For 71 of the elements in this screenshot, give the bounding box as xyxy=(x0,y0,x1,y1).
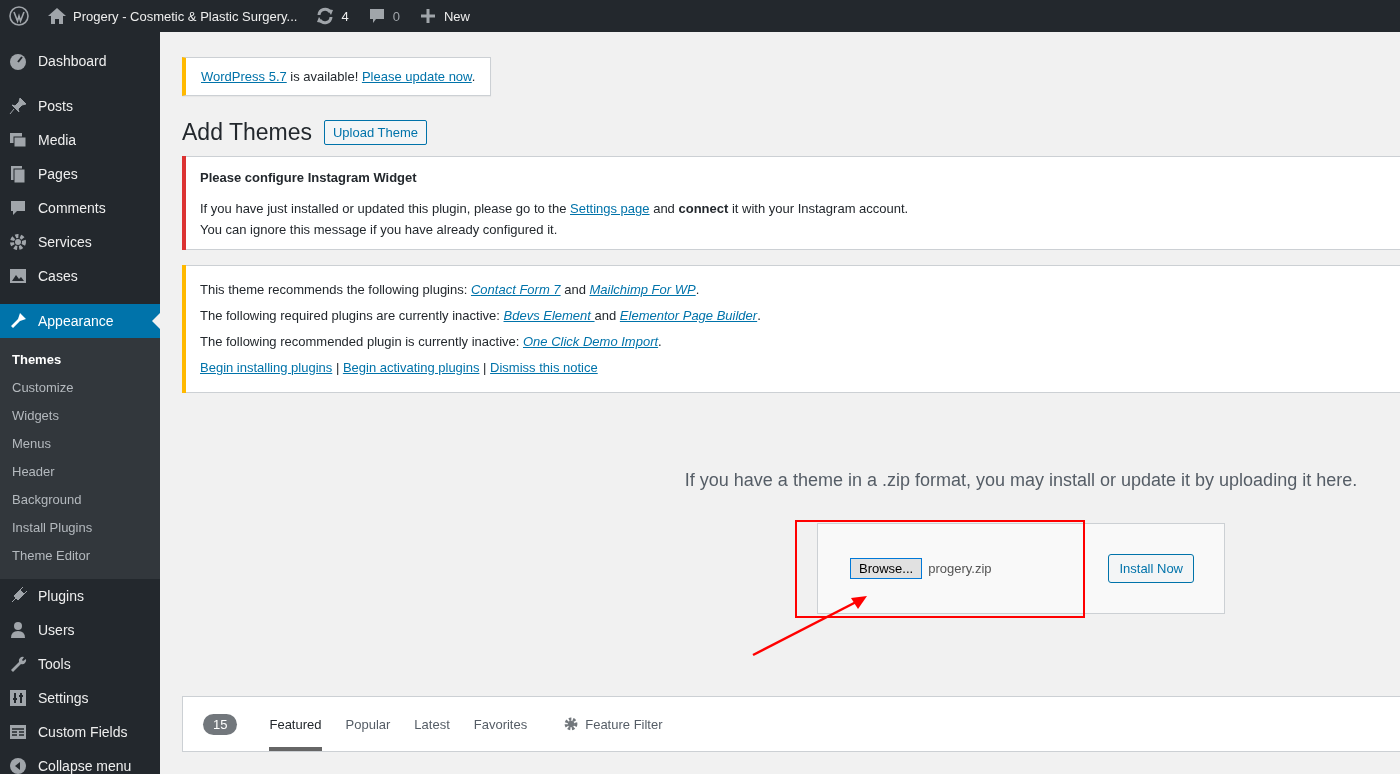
refresh-icon xyxy=(315,6,336,26)
notice-text: Begin installing plugins | Begin activating plugins | Dismiss this notice xyxy=(200,360,599,376)
submenu-item[interactable]: Theme Editor xyxy=(0,541,160,569)
notice-text: The following required plugins are currently inactive: Bdevs Element and Elementor Page Builder. xyxy=(200,308,762,324)
menu-item[interactable]: Appearance xyxy=(0,304,160,338)
menu-item[interactable]: Dashboard xyxy=(0,44,160,78)
notice-text: WordPress 5.7 is available! Please update now. xyxy=(201,69,476,84)
notice-text: This theme recommends the following plugins: Contact Form 7 and Mailchimp For WP. xyxy=(200,282,701,298)
filter-tab[interactable]: Popular xyxy=(345,697,391,751)
menu-item[interactable]: Tools xyxy=(0,647,160,681)
submenu-item[interactable]: Customize xyxy=(0,373,160,401)
theme-count: 15 xyxy=(203,713,238,735)
pages-icon xyxy=(8,164,28,184)
gear-icon xyxy=(563,716,580,732)
menu-item[interactable]: Posts xyxy=(0,89,160,123)
page-title: Add Themes xyxy=(182,119,312,146)
menu-item[interactable]: Pages xyxy=(0,157,160,191)
updates-count[interactable]: 4 xyxy=(341,8,349,24)
link[interactable]: Dismiss this notice xyxy=(490,360,598,375)
menu-item[interactable]: Collapse menu xyxy=(0,749,160,774)
home-icon xyxy=(47,6,67,26)
notice-text: You can ignore this message if you have already configured it. xyxy=(200,222,559,238)
link[interactable]: Mailchimp For WP xyxy=(589,282,696,297)
comment-icon xyxy=(8,198,28,218)
browse-button[interactable]: Browse... xyxy=(850,558,923,579)
site-title-link[interactable]: Progery - Cosmetic & Plastic Surgery... xyxy=(73,8,298,24)
link[interactable]: Bdevs Element xyxy=(503,308,595,323)
submenu-item[interactable]: Menus xyxy=(0,429,160,457)
menu-item[interactable]: Comments xyxy=(0,191,160,225)
feature-filter-button[interactable]: Feature Filter xyxy=(557,715,669,733)
link[interactable]: Begin activating plugins xyxy=(342,360,480,375)
submenu-item[interactable]: Install Plugins xyxy=(0,513,160,541)
comments-count[interactable]: 0 xyxy=(392,8,400,24)
link[interactable]: Begin installing plugins xyxy=(200,360,333,375)
user-icon xyxy=(8,620,28,640)
link[interactable]: Contact Form 7 xyxy=(470,282,561,297)
submenu-item[interactable]: Background xyxy=(0,485,160,513)
menu-item[interactable]: Custom Fields xyxy=(0,715,160,749)
install-now-button[interactable]: Install Now xyxy=(1108,554,1194,583)
filter-tab[interactable]: Featured xyxy=(269,697,322,751)
filter-tab[interactable]: Favorites xyxy=(473,697,528,751)
media-icon xyxy=(8,130,28,150)
menu-item[interactable]: Settings xyxy=(0,681,160,715)
link[interactable]: WordPress 5.7 xyxy=(201,69,287,84)
table-icon xyxy=(8,722,28,742)
gear-icon xyxy=(8,232,28,252)
link[interactable]: One Click Demo Import xyxy=(523,334,659,349)
file-name: progery.zip xyxy=(928,561,992,576)
upload-theme-button[interactable]: Upload Theme xyxy=(324,120,428,145)
link[interactable]: Settings page xyxy=(570,201,650,216)
submenu-item[interactable]: Widgets xyxy=(0,401,160,429)
menu-item[interactable]: Users xyxy=(0,613,160,647)
link[interactable]: Please update now xyxy=(361,69,472,84)
menu-item[interactable]: Services xyxy=(0,225,160,259)
submenu-item[interactable]: Themes xyxy=(0,345,160,373)
sliders-icon xyxy=(8,688,28,708)
menu-item[interactable]: Plugins xyxy=(0,579,160,613)
upload-help-text: If you have a theme in a .zip format, you may install or update it by uploading it here. xyxy=(684,470,1358,491)
notice-title: Please configure Instagram Widget xyxy=(200,170,418,185)
notice-text: If you have just installed or updated this plugin, please go to the Settings page and connect it with your Instagram account. xyxy=(200,201,910,217)
image-icon xyxy=(8,266,28,286)
new-menu[interactable]: New xyxy=(443,8,470,24)
filter-tab[interactable]: Latest xyxy=(414,697,450,751)
dashboard-icon xyxy=(8,51,28,71)
link[interactable]: Elementor Page Builder xyxy=(619,308,758,323)
menu-item[interactable]: Cases xyxy=(0,259,160,293)
menu-item[interactable]: Media xyxy=(0,123,160,157)
notice-text: The following recommended plugin is currently inactive: One Click Demo Import. xyxy=(200,334,663,350)
wordpress-logo-icon[interactable] xyxy=(9,6,29,26)
pin-icon xyxy=(8,96,28,116)
submenu-item[interactable]: Header xyxy=(0,457,160,485)
